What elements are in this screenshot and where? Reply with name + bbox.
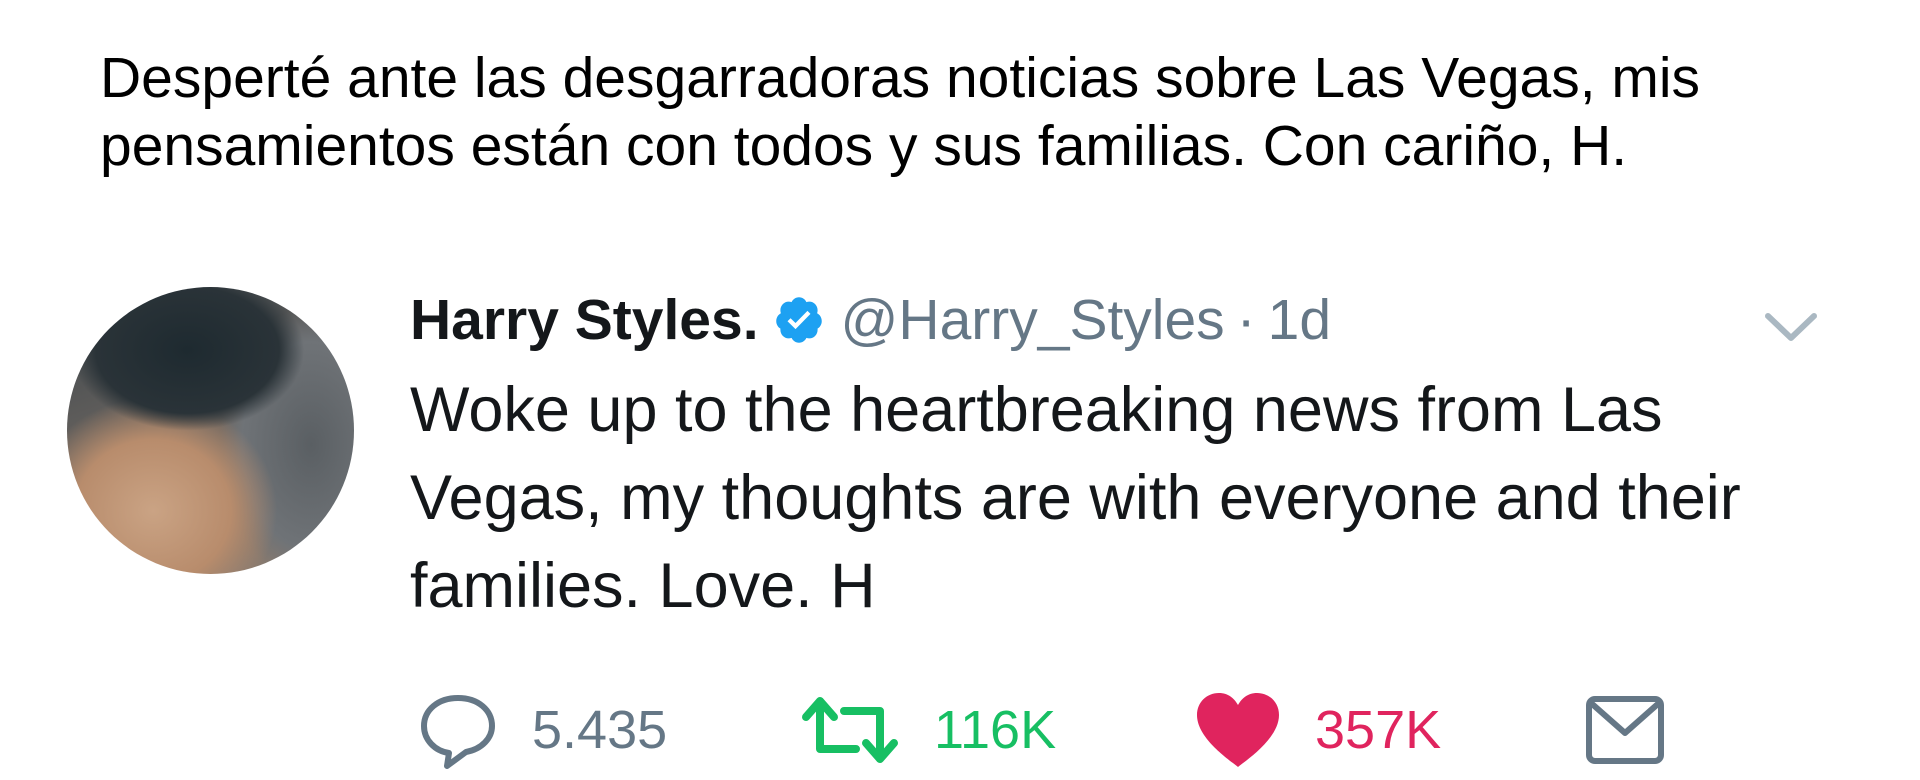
direct-message-button[interactable] <box>1585 680 1665 780</box>
retweet-icon <box>802 697 898 763</box>
user-handle[interactable]: @Harry_Styles <box>841 287 1225 353</box>
like-count: 357K <box>1315 700 1442 760</box>
translation-text: Desperté ante las desgarradoras noticias… <box>100 46 1701 178</box>
reply-button[interactable]: 5.435 <box>418 680 667 780</box>
retweet-count: 116K <box>934 700 1057 760</box>
like-button[interactable]: 357K <box>1195 680 1441 780</box>
reply-count: 5.435 <box>532 700 668 760</box>
reply-icon <box>421 695 495 769</box>
verified-badge-icon <box>775 297 822 343</box>
separator-dot: · <box>1236 288 1256 352</box>
tweet-header: Harry Styles. @Harry_Styles · 1d <box>410 280 1820 360</box>
retweet-button[interactable]: 116K <box>800 680 1056 780</box>
tweet-card[interactable]: Harry Styles. @Harry_Styles · 1d Woke up… <box>0 280 1920 776</box>
tweet-actions: 5.435 116K 357K <box>410 680 1664 780</box>
tweet-body: Harry Styles. @Harry_Styles · 1d Woke up… <box>410 280 1820 630</box>
chevron-down-icon[interactable] <box>1762 308 1820 346</box>
tweet-text: Woke up to the heartbreaking news from L… <box>410 375 1741 621</box>
avatar[interactable] <box>67 287 354 574</box>
display-name[interactable]: Harry Styles. <box>410 287 759 353</box>
heart-icon <box>1197 693 1279 767</box>
envelope-icon <box>1586 696 1664 764</box>
tweet-timestamp[interactable]: 1d <box>1268 287 1331 353</box>
